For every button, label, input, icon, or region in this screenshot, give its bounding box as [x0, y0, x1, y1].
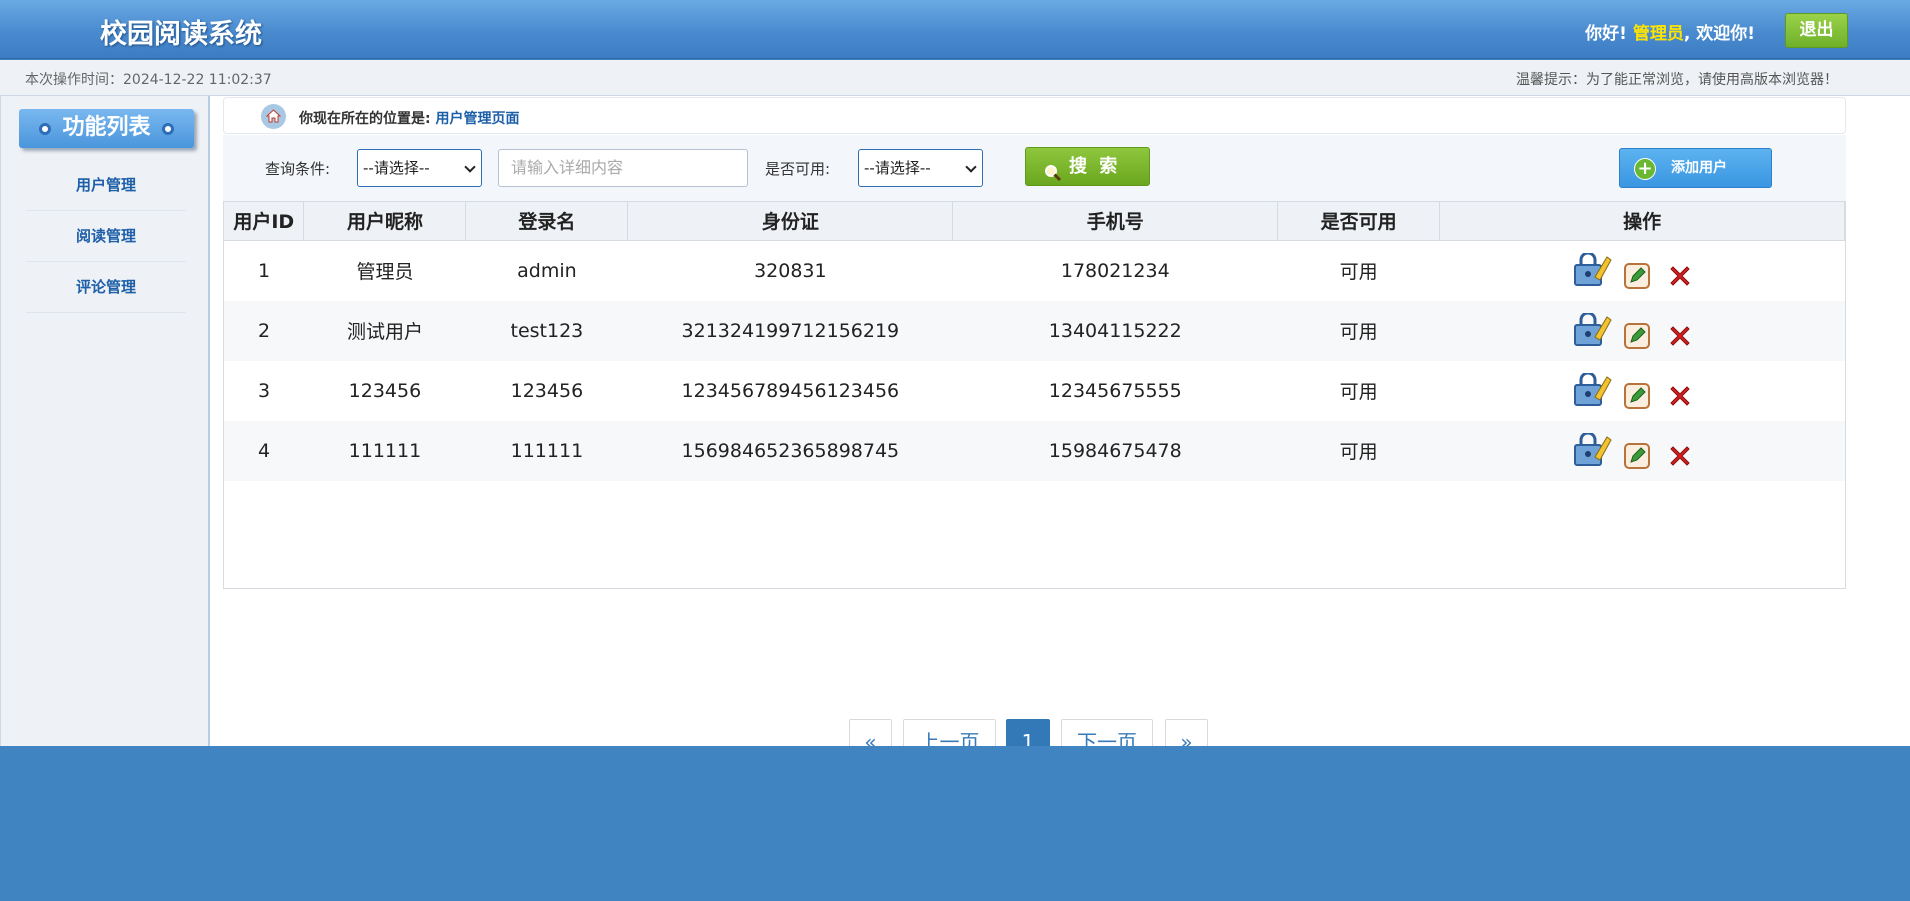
- delete-icon[interactable]: [1667, 323, 1693, 354]
- user-id-cell: 2: [224, 300, 304, 361]
- nickname-cell: 管理员: [356, 261, 414, 283]
- app-title: 校园阅读系统: [100, 19, 262, 50]
- breadcrumb-prefix: 你现在所在的位置是:: [299, 111, 431, 127]
- browser-tip: 温馨提示：为了能正常浏览，请使用高版本浏览器！: [1516, 72, 1838, 88]
- user-id-cell: 1: [257, 259, 271, 282]
- id-card-cell: 321324199712156219: [627, 300, 953, 361]
- operations-cell: [1439, 300, 1845, 361]
- phone-cell: 178021234: [1060, 259, 1170, 282]
- logout-button[interactable]: 退出: [1785, 13, 1848, 48]
- availability-cell: 可用: [1339, 261, 1378, 283]
- nickname-cell: 123456: [348, 379, 422, 402]
- home-icon[interactable]: [261, 104, 286, 129]
- add-user-button[interactable]: + 添加用户: [1619, 148, 1772, 188]
- user-id-cell: 3: [257, 379, 271, 402]
- breadcrumb-current[interactable]: 用户管理页面: [435, 111, 519, 127]
- permission-icon[interactable]: [1573, 311, 1613, 352]
- chevron-down-icon: [464, 161, 476, 173]
- menu-title-label: 功能列表: [62, 115, 151, 140]
- delete-icon[interactable]: [1667, 443, 1693, 474]
- login-name-cell: test123: [465, 300, 628, 361]
- login-name-cell: 123456: [510, 379, 584, 402]
- table-row: 1 管理员 admin 320831 178021234 可用: [224, 240, 1845, 301]
- greeting-suffix: , 欢迎你!: [1683, 24, 1755, 44]
- search-input[interactable]: 请输入详细内容: [498, 149, 748, 187]
- edit-icon[interactable]: [1623, 322, 1650, 354]
- greeting-prefix: 你好!: [1585, 24, 1627, 44]
- table-header-row: 用户ID 用户昵称 登录名 身份证 手机号 是否可用 操作: [224, 202, 1845, 241]
- availability-select-value: --请选择--: [864, 159, 931, 177]
- bullet-icon: [162, 123, 174, 135]
- operations-cell: [1440, 361, 1845, 421]
- login-name-cell: 111111: [465, 420, 628, 481]
- edit-icon[interactable]: [1623, 382, 1650, 414]
- search-bar: 查询条件: --请选择-- 请输入详细内容 是否可用: --请选择-- 搜 索 …: [223, 135, 1846, 201]
- sidebar-item-comment-management[interactable]: 评论管理: [26, 262, 186, 313]
- permission-icon[interactable]: [1573, 251, 1613, 292]
- breadcrumb-text: 你现在所在的位置是: 用户管理页面: [299, 108, 519, 128]
- operations-cell: [1440, 240, 1845, 301]
- condition-label: 查询条件:: [265, 160, 331, 178]
- availability-cell: 可用: [1277, 300, 1440, 361]
- id-card-cell: 320831: [754, 259, 827, 282]
- phone-cell: 12345675555: [1048, 379, 1182, 402]
- availability-select[interactable]: --请选择--: [858, 149, 983, 187]
- condition-select-value: --请选择--: [363, 159, 430, 177]
- breadcrumb: 你现在所在的位置是: 用户管理页面: [223, 97, 1846, 134]
- column-header: 用户ID: [224, 202, 305, 241]
- availability-cell: 可用: [1277, 420, 1440, 481]
- permission-icon[interactable]: [1573, 431, 1613, 472]
- edit-icon[interactable]: [1623, 442, 1650, 474]
- id-card-cell: 156984652365898745: [627, 420, 953, 481]
- phone-cell: 15984675478: [952, 420, 1278, 481]
- table-row: 2 测试用户 test123 321324199712156219 1340411522…: [224, 300, 1845, 361]
- phone-cell: 13404115222: [952, 300, 1278, 361]
- column-header: 登录名: [465, 202, 629, 241]
- availability-cell: 可用: [1339, 381, 1378, 403]
- column-header: 身份证: [627, 202, 954, 241]
- delete-icon[interactable]: [1667, 383, 1693, 414]
- search-button-label: 搜 索: [1069, 156, 1121, 177]
- column-header: 是否可用: [1277, 202, 1441, 241]
- permission-icon[interactable]: [1573, 371, 1613, 412]
- nickname-cell: 111111: [303, 420, 466, 481]
- add-user-label: 添加用户: [1671, 160, 1727, 176]
- footer-band: [0, 746, 1910, 901]
- id-card-cell: 123456789456123456: [681, 379, 900, 402]
- user-role: 管理员: [1632, 24, 1684, 44]
- menu-title: 功能列表: [19, 109, 194, 148]
- column-header: 操作: [1439, 202, 1845, 241]
- greeting: 你好! 管理员, 欢迎你!: [1585, 19, 1755, 44]
- search-icon: [1044, 158, 1062, 195]
- edit-icon[interactable]: [1623, 262, 1650, 294]
- operation-time: 本次操作时间：2024-12-22 11:02:37: [25, 72, 272, 88]
- login-name-cell: admin: [517, 259, 577, 282]
- table-row: 4 111111 111111 156984652365898745 159846754…: [224, 420, 1845, 481]
- chevron-down-icon: [965, 161, 977, 173]
- search-button[interactable]: 搜 索: [1025, 147, 1150, 186]
- column-header: 用户昵称: [303, 202, 467, 241]
- delete-icon[interactable]: [1667, 263, 1693, 294]
- bullet-icon: [39, 123, 51, 135]
- info-bar: 本次操作时间：2024-12-22 11:02:37 温馨提示：为了能正常浏览，…: [0, 60, 1910, 96]
- user-table-panel: 用户ID 用户昵称 登录名 身份证 手机号 是否可用 操作 1 管理员 admin 3…: [223, 201, 1846, 765]
- column-header: 手机号: [952, 202, 1279, 241]
- sidebar-item-user-management[interactable]: 用户管理: [26, 160, 186, 211]
- sidebar-item-reading-management[interactable]: 阅读管理: [26, 211, 186, 262]
- nickname-cell: 测试用户: [303, 300, 466, 361]
- user-id-cell: 4: [224, 420, 304, 481]
- top-header: 校园阅读系统 你好! 管理员, 欢迎你! 退出: [0, 0, 1910, 59]
- table-row: 3 123456 123456 123456789456123456 123456755…: [224, 361, 1845, 421]
- sidebar: 功能列表 用户管理 阅读管理 评论管理: [0, 96, 210, 746]
- user-table: 用户ID 用户昵称 登录名 身份证 手机号 是否可用 操作 1 管理员 admin 3…: [224, 202, 1845, 481]
- condition-select[interactable]: --请选择--: [357, 149, 482, 187]
- add-icon: +: [1634, 158, 1656, 180]
- operations-cell: [1439, 420, 1845, 481]
- availability-label: 是否可用:: [765, 160, 831, 178]
